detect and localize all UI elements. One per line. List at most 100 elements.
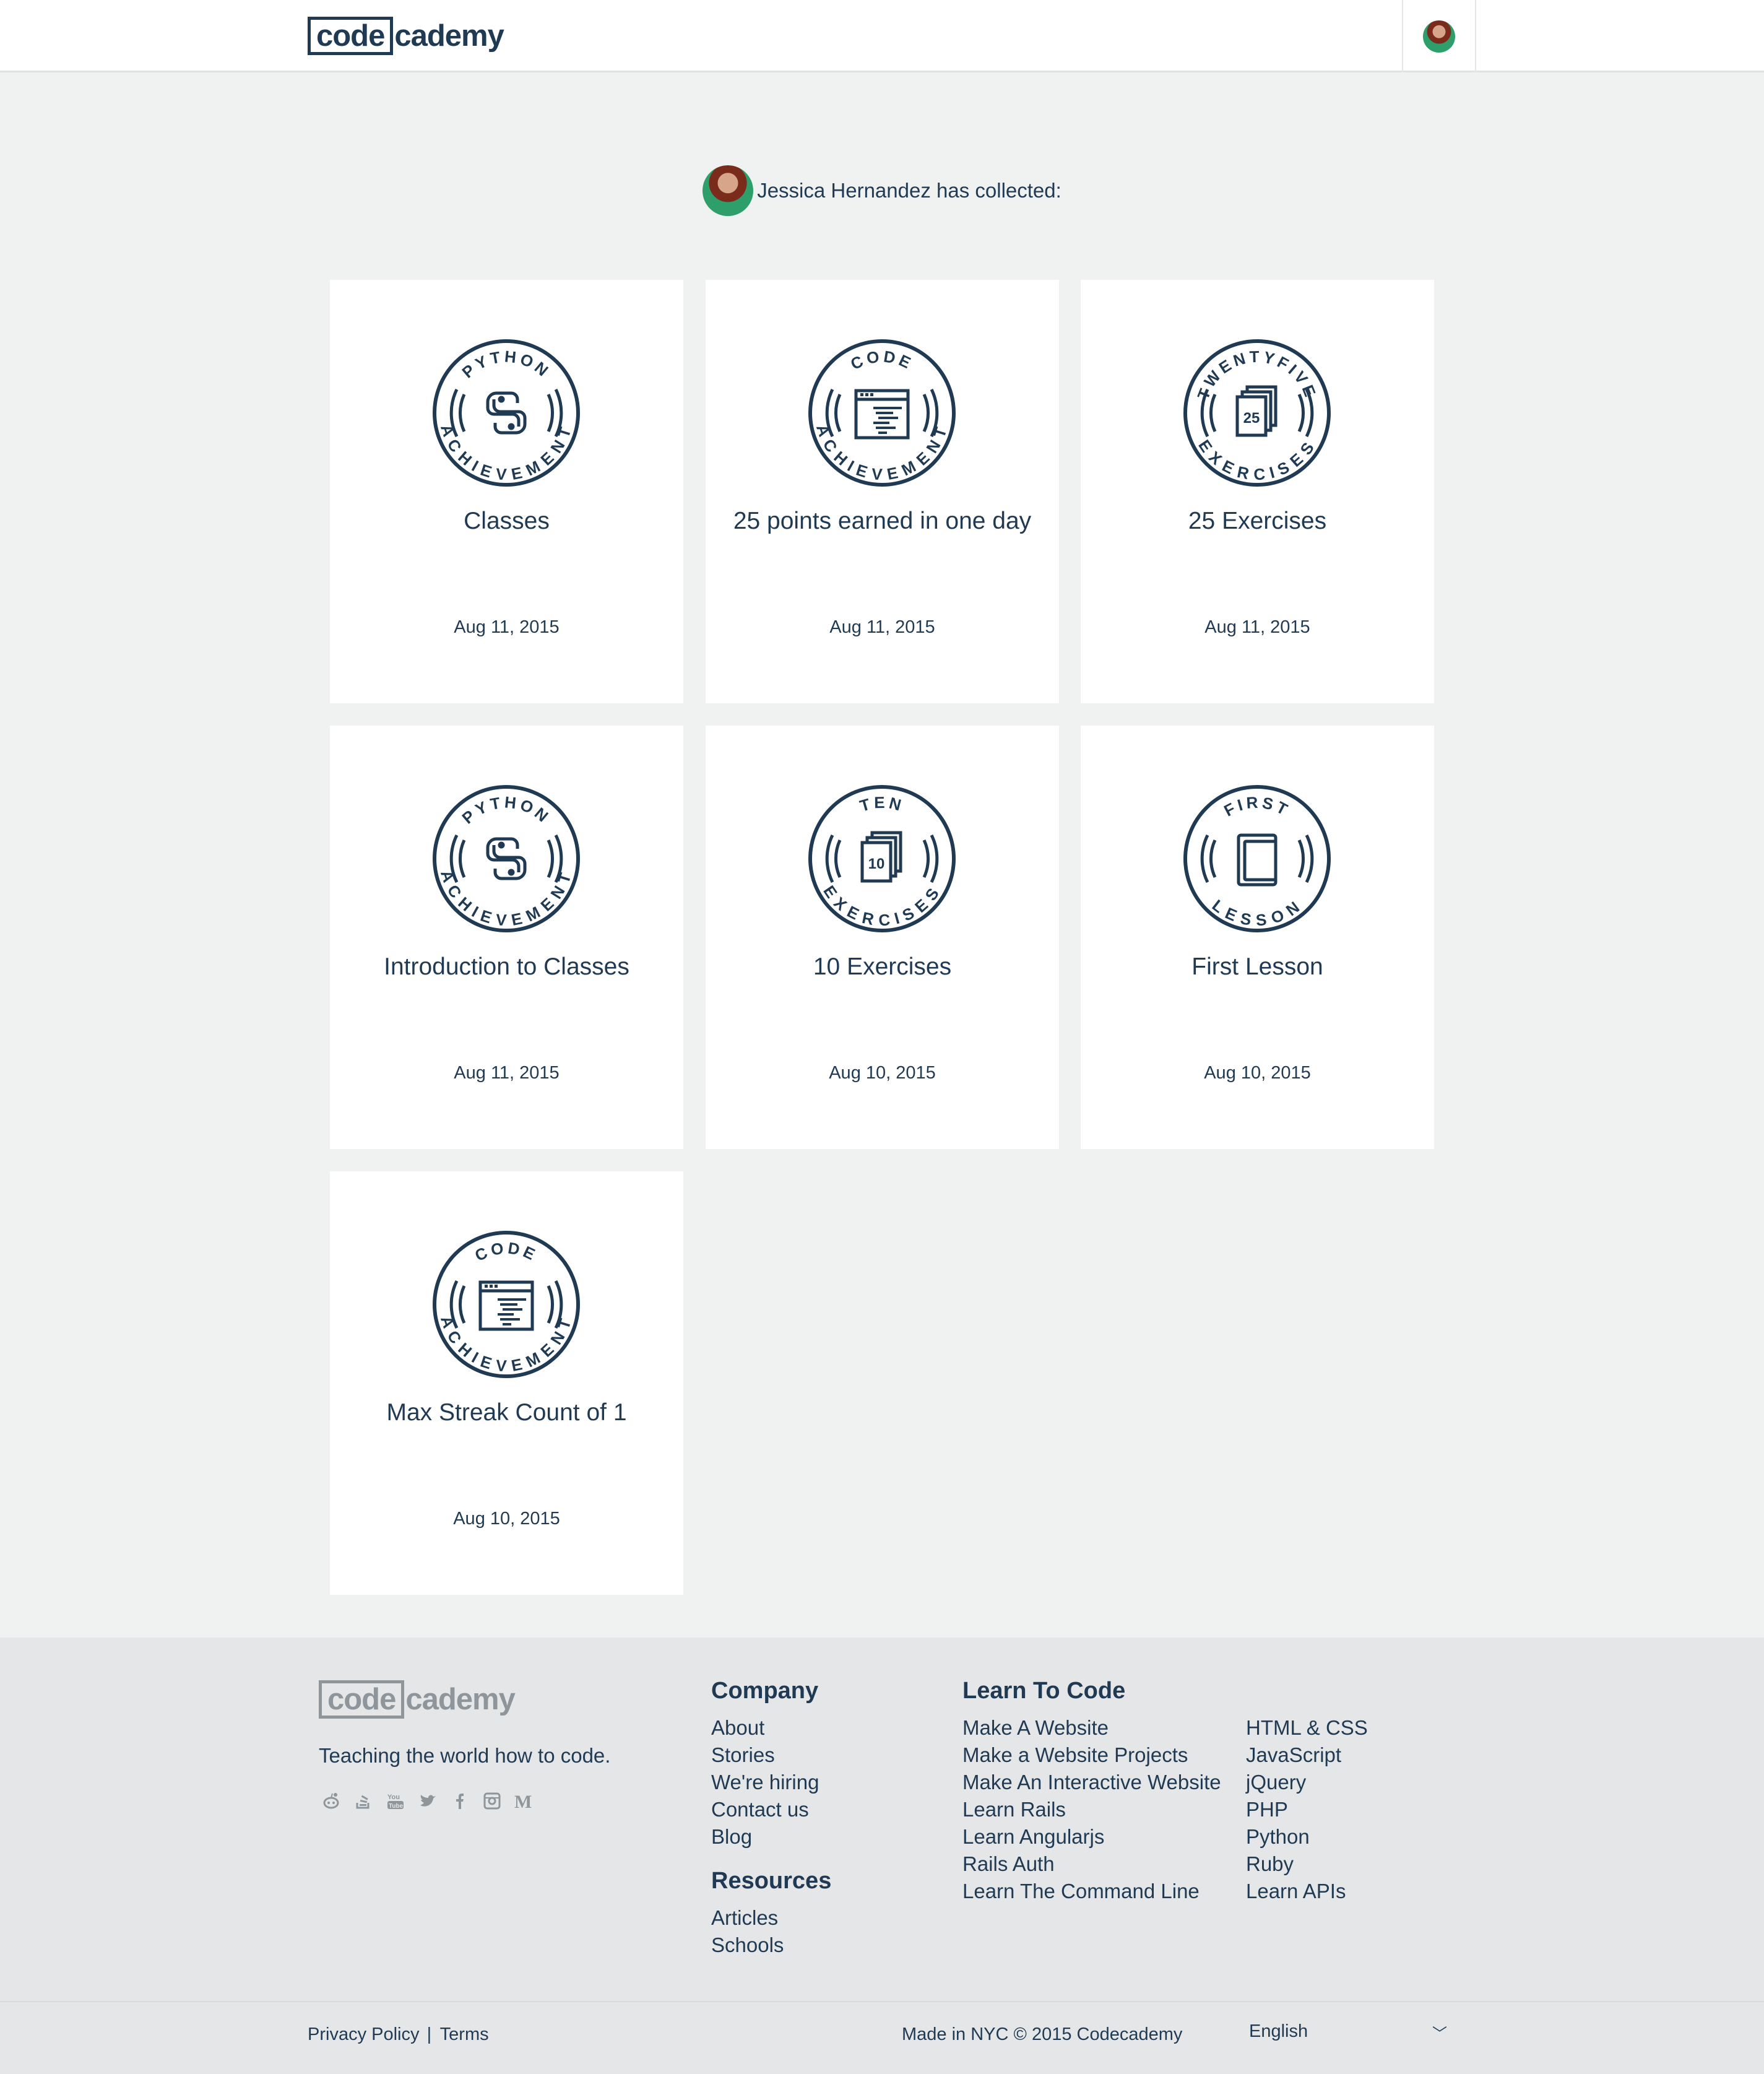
instagram-icon[interactable] — [482, 1790, 503, 1811]
twitter-icon[interactable] — [417, 1790, 438, 1811]
badge-card[interactable]: TEN EXERCISES 10 10 Exercises Aug 10, 201… — [706, 726, 1059, 1149]
svg-text:ACHIEVEMENT: ACHIEVEMENT — [437, 1314, 576, 1376]
svg-text:CODE: CODE — [472, 1238, 541, 1265]
learn-link[interactable]: PHP — [1246, 1796, 1368, 1823]
learn-list: HTML & CSS JavaScript jQuery PHP Python Ruby L… — [1246, 1714, 1368, 1905]
chevron-down-icon: ﹀ — [1432, 2026, 1447, 2042]
company-link[interactable]: Contact us — [711, 1796, 831, 1823]
badge-title: 10 Exercises — [813, 953, 952, 980]
badge-card[interactable]: CODE ACHIEVEMENT Max Streak Count of 1 Au… — [330, 1171, 683, 1595]
svg-text:10: 10 — [868, 856, 885, 872]
logo-rest-text: cademy — [394, 19, 504, 53]
footer: code cademy Teaching the world how to cod… — [0, 1638, 1764, 2074]
footer-company-column: Company About Stories We're hiring Contact … — [711, 1678, 831, 1959]
svg-text:25: 25 — [1243, 410, 1260, 427]
badge-icon: CODE ACHIEVEMENT — [808, 339, 956, 487]
svg-text:FIRST: FIRST — [1221, 793, 1294, 820]
svg-text:Tube: Tube — [389, 1803, 404, 1810]
badge-icon: FIRST LESSON — [1183, 785, 1331, 932]
learn-link[interactable]: Learn The Command Line — [962, 1878, 1221, 1905]
badge-card[interactable]: PYTHON ACHIEVEMENT Introduction to Class… — [330, 726, 683, 1149]
python-icon — [486, 837, 527, 880]
code-window-icon — [478, 1280, 534, 1331]
badge-icon: TWENTYFIVE EXERCISES 25 — [1183, 339, 1331, 487]
profile-avatar — [703, 165, 754, 216]
company-heading: Company — [711, 1678, 819, 1704]
svg-text:LESSON: LESSON — [1209, 896, 1305, 930]
pages-icon: 25 — [1235, 385, 1278, 437]
top-nav: code cademy — [0, 0, 1764, 72]
pages-icon: 10 — [860, 831, 902, 883]
reddit-icon[interactable] — [321, 1790, 342, 1811]
footer-divider — [0, 2001, 1764, 2002]
svg-text:EXERCISES: EXERCISES — [819, 882, 944, 930]
collected-heading: Jessica Hernandez has collected: — [0, 165, 1764, 216]
svg-text:TEN: TEN — [858, 793, 906, 815]
logo-boxed-text: code — [308, 17, 394, 55]
learn-link[interactable]: HTML & CSS — [1246, 1714, 1368, 1742]
badge-date: Aug 11, 2015 — [454, 617, 560, 637]
codecademy-logo[interactable]: code cademy — [308, 16, 504, 56]
footer-logo[interactable]: code cademy — [319, 1680, 516, 1719]
learn-link[interactable]: JavaScript — [1246, 1742, 1368, 1769]
badge-icon: PYTHON ACHIEVEMENT — [433, 785, 580, 932]
badge-icon: PYTHON ACHIEVEMENT — [433, 339, 580, 487]
learn-link[interactable]: Make An Interactive Website — [962, 1769, 1221, 1796]
learn-link[interactable]: Learn Angularjs — [962, 1823, 1221, 1851]
badge-icon: CODE ACHIEVEMENT — [433, 1231, 580, 1378]
user-menu[interactable] — [1402, 0, 1476, 72]
company-list: About Stories We're hiring Contact us Blog — [711, 1714, 831, 1851]
learn-link[interactable]: Ruby — [1246, 1851, 1368, 1878]
social-links: You Tube M — [321, 1790, 535, 1811]
badge-date: Aug 10, 2015 — [453, 1509, 560, 1529]
facebook-icon[interactable] — [449, 1790, 470, 1811]
made-in-nyc: Made in NYC © 2015 Codecademy — [902, 2024, 1183, 2044]
learn-link[interactable]: Python — [1246, 1823, 1368, 1851]
stackoverflow-icon[interactable] — [353, 1790, 374, 1811]
company-link[interactable]: Blog — [711, 1823, 831, 1851]
python-icon — [486, 391, 527, 435]
badge-date: Aug 10, 2015 — [1204, 1063, 1311, 1083]
learn-link[interactable]: Rails Auth — [962, 1851, 1221, 1878]
learn-link[interactable]: jQuery — [1246, 1769, 1368, 1796]
footer-learn-column-2: HTML & CSS JavaScript jQuery PHP Python Ruby L… — [1246, 1678, 1368, 1905]
language-select[interactable]: English ﹀ — [1249, 2021, 1447, 2043]
company-link[interactable]: Stories — [711, 1742, 831, 1769]
legal-links: Privacy Policy | Terms — [308, 2024, 489, 2045]
avatar[interactable] — [1423, 20, 1455, 53]
resources-heading: Resources — [711, 1868, 832, 1894]
badge-date: Aug 11, 2015 — [1204, 617, 1310, 637]
youtube-icon[interactable]: You Tube — [385, 1790, 406, 1811]
learn-heading: Learn To Code — [962, 1678, 1126, 1704]
profile-name[interactable]: Jessica Hernandez — [757, 179, 931, 202]
badge-icon: TEN EXERCISES 10 — [808, 785, 956, 932]
resources-link[interactable]: Schools — [711, 1932, 831, 1959]
badge-date: Aug 11, 2015 — [454, 1063, 560, 1083]
footer-learn-column: Learn To Code Make A Website Make a Websi… — [962, 1678, 1221, 1905]
company-link[interactable]: We're hiring — [711, 1769, 831, 1796]
learn-link[interactable]: Learn APIs — [1246, 1878, 1368, 1905]
badge-card[interactable]: FIRST LESSON First Lesson Aug 10, 2015 — [1081, 726, 1434, 1149]
resources-link[interactable]: Articles — [711, 1904, 831, 1932]
badge-title: First Lesson — [1191, 953, 1323, 980]
footer-tagline: Teaching the world how to code. — [319, 1744, 611, 1767]
badge-card[interactable]: PYTHON ACHIEVEMENT Classes Aug 11, 2015 — [330, 280, 683, 703]
learn-link[interactable]: Learn Rails — [962, 1796, 1221, 1823]
badge-card[interactable]: TWENTYFIVE EXERCISES 25 25 Exercises Aug … — [1081, 280, 1434, 703]
footer-logo-boxed: code — [319, 1680, 405, 1719]
badge-card[interactable]: CODE ACHIEVEMENT 25 points earned in one… — [706, 280, 1059, 703]
privacy-policy-link[interactable]: Privacy Policy — [308, 2024, 420, 2044]
svg-text:PYTHON: PYTHON — [459, 347, 555, 381]
collected-suffix: has collected: — [930, 179, 1061, 202]
code-window-icon — [854, 389, 910, 440]
learn-link[interactable]: Make A Website — [962, 1714, 1221, 1742]
badge-date: Aug 11, 2015 — [829, 617, 935, 637]
learn-link[interactable]: Make a Website Projects — [962, 1742, 1221, 1769]
terms-link[interactable]: Terms — [440, 2024, 489, 2044]
svg-text:CODE: CODE — [848, 347, 917, 373]
svg-text:You: You — [387, 1794, 400, 1801]
medium-icon[interactable]: M — [514, 1790, 535, 1811]
badge-date: Aug 10, 2015 — [829, 1063, 936, 1083]
company-link[interactable]: About — [711, 1714, 831, 1742]
badge-title: Introduction to Classes — [384, 953, 629, 980]
